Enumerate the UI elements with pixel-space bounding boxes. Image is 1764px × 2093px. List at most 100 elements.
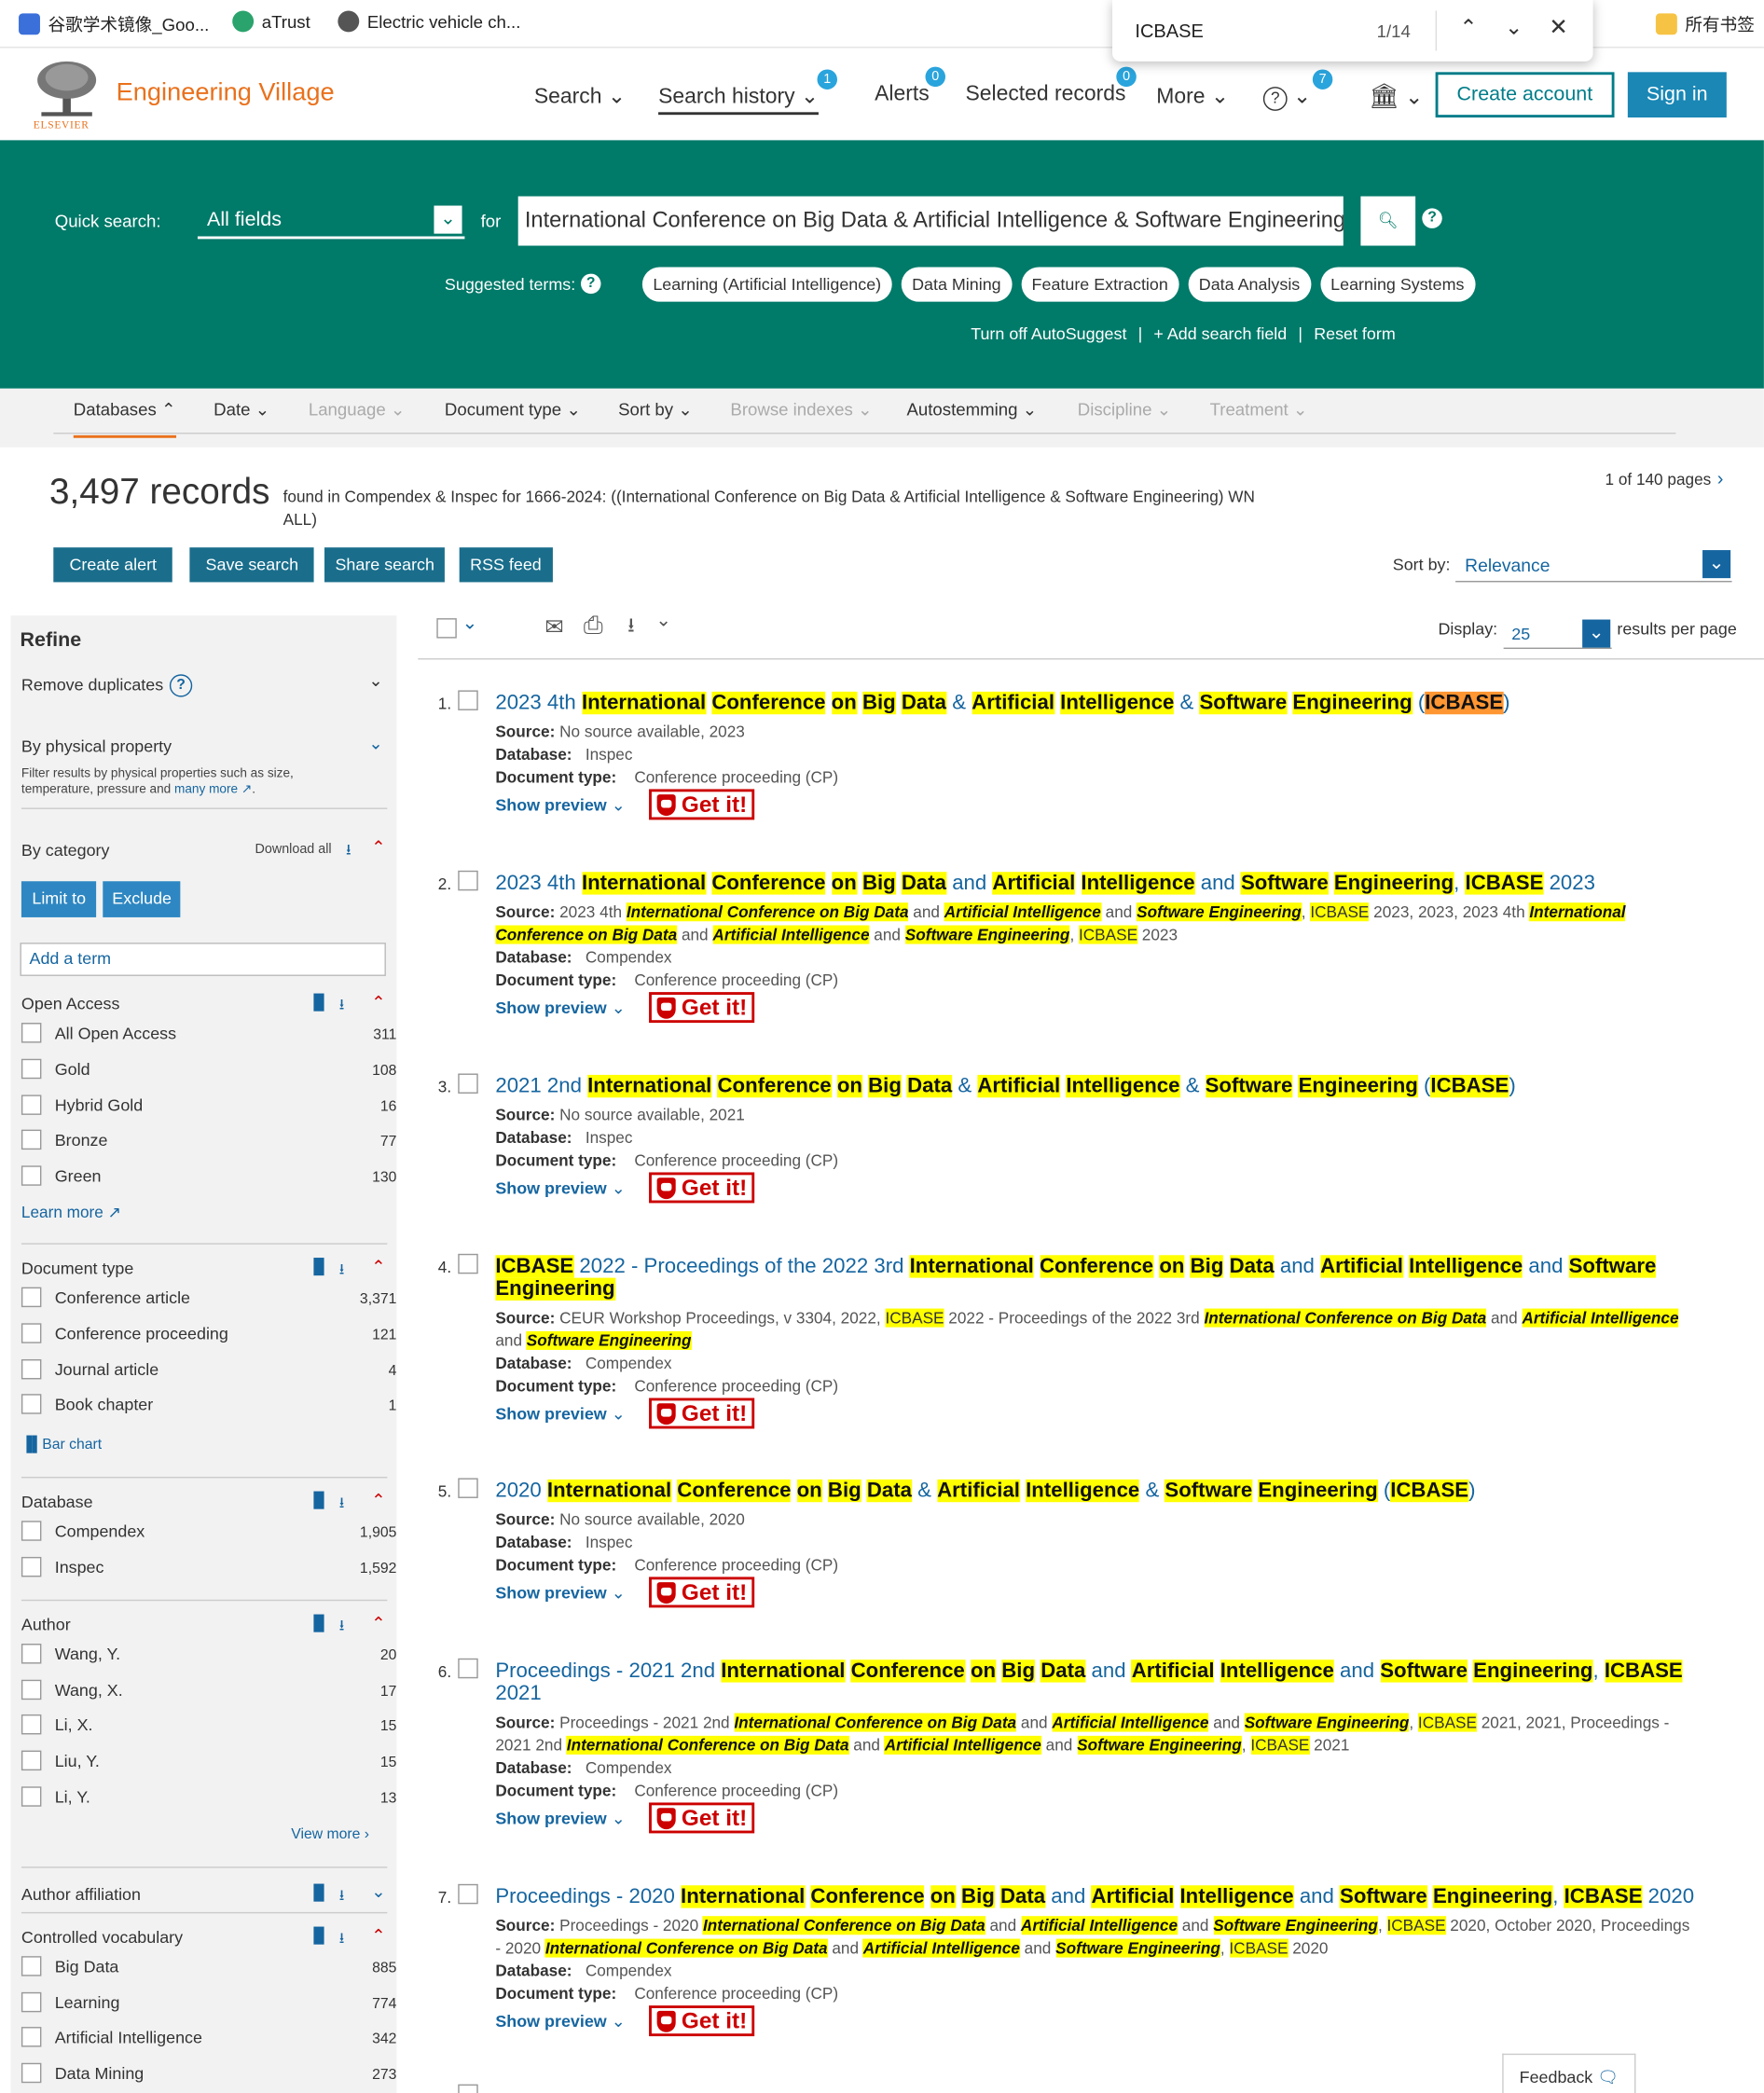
print-icon[interactable]: ⎙: [584, 612, 603, 640]
sort-select[interactable]: Relevance ⌄: [1455, 547, 1732, 583]
facet-option[interactable]: Li, X. 15: [21, 1714, 396, 1741]
facet-option[interactable]: All Open Access 311: [21, 1022, 396, 1049]
share-search-button[interactable]: Share search: [324, 547, 446, 583]
chevron-up-icon[interactable]: ⌃: [371, 1491, 386, 1512]
checkbox[interactable]: [21, 1094, 42, 1115]
facet-option[interactable]: Compendex 1,905: [21, 1520, 396, 1547]
chevron-down-icon[interactable]: ⌄: [371, 1881, 386, 1903]
chevron-down-icon[interactable]: ⌄: [655, 609, 671, 631]
get-it-button[interactable]: Get it!: [649, 1577, 755, 1608]
tab-autostemming[interactable]: Autostemming ⌄: [906, 399, 1037, 420]
limit-to-button[interactable]: Limit to: [21, 881, 97, 917]
show-preview-link[interactable]: Show preview ⌄: [495, 1582, 625, 1603]
suggestion-chip[interactable]: Learning (Artificial Intelligence): [641, 267, 892, 302]
bar-chart-icon[interactable]: ▐▌: [309, 1616, 329, 1632]
download-icon[interactable]: ⭳: [627, 612, 635, 645]
add-term-input[interactable]: Add a term: [20, 943, 386, 976]
facet-option[interactable]: Wang, X. 17: [21, 1678, 396, 1705]
checkbox[interactable]: [21, 1287, 42, 1308]
sign-in-button[interactable]: Sign in: [1627, 72, 1727, 118]
download-all-link[interactable]: Download all: [255, 843, 332, 858]
facet-option[interactable]: Gold 108: [21, 1057, 396, 1084]
find-prev-icon[interactable]: ⌃: [1459, 15, 1477, 42]
result-checkbox[interactable]: [458, 690, 478, 710]
get-it-button[interactable]: Get it!: [649, 2005, 755, 2037]
bar-chart-icon[interactable]: ▐▌: [309, 1928, 329, 1944]
checkbox[interactable]: [21, 2063, 42, 2084]
facet-option[interactable]: Wang, Y. 20: [21, 1642, 396, 1669]
chevron-up-icon[interactable]: ⌃: [371, 837, 386, 859]
turn-off-autosuggest-link[interactable]: Turn off AutoSuggest: [971, 324, 1126, 343]
bar-chart-icon[interactable]: ▐▌: [309, 995, 329, 1011]
nav-alerts[interactable]: Alerts: [875, 83, 930, 107]
facet-option[interactable]: Inspec 1,592: [21, 1556, 396, 1583]
get-it-button[interactable]: Get it!: [649, 992, 755, 1024]
checkbox[interactable]: [21, 2027, 42, 2048]
get-it-button[interactable]: Get it!: [649, 1802, 755, 1834]
suggestion-chip[interactable]: Feature Extraction: [1021, 267, 1179, 302]
download-icon[interactable]: ⭳: [346, 838, 351, 863]
institution-menu[interactable]: 🏛 ⌄: [1369, 83, 1423, 111]
show-preview-link[interactable]: Show preview ⌄: [495, 1403, 625, 1424]
facet-title[interactable]: Author affiliation: [21, 1885, 141, 1904]
chevron-up-icon[interactable]: ⌃: [371, 1613, 386, 1634]
checkbox[interactable]: [21, 1058, 42, 1079]
get-it-button[interactable]: Get it!: [649, 789, 755, 820]
get-it-button[interactable]: Get it!: [649, 1172, 755, 1204]
result-title-link[interactable]: 2023 4th International Conference on Big…: [495, 688, 1697, 714]
show-preview-link[interactable]: Show preview ⌄: [495, 2011, 625, 2031]
tab-sort-by[interactable]: Sort by ⌄: [618, 399, 693, 420]
facet-option[interactable]: Hybrid Gold 16: [21, 1093, 396, 1120]
checkbox[interactable]: [21, 1358, 42, 1379]
help-icon[interactable]: ?: [581, 273, 601, 295]
checkbox[interactable]: [21, 1394, 42, 1415]
site-logo-text[interactable]: Engineering Village: [117, 78, 335, 108]
checkbox[interactable]: [21, 1714, 42, 1735]
checkbox[interactable]: [21, 1991, 42, 2012]
result-title-link[interactable]: 2021 2nd International Conference on Big…: [495, 1071, 1697, 1098]
email-icon[interactable]: ✉: [544, 614, 563, 641]
show-preview-link[interactable]: Show preview ⌄: [495, 1808, 625, 1828]
search-input[interactable]: International Conference on Big Data & A…: [517, 196, 1344, 246]
tab-date[interactable]: Date ⌄: [214, 399, 269, 420]
download-icon[interactable]: ⭳: [339, 994, 345, 1019]
result-checkbox[interactable]: [458, 1073, 478, 1094]
find-close-icon[interactable]: ✕: [1549, 15, 1567, 42]
add-search-field-link[interactable]: Add search field: [1167, 324, 1287, 343]
bookmark-folder[interactable]: 所有书签: [1655, 10, 1755, 35]
chevron-down-icon[interactable]: ⌄: [368, 733, 383, 754]
save-search-button[interactable]: Save search: [189, 547, 315, 583]
checkbox[interactable]: [21, 1643, 42, 1664]
create-account-button[interactable]: Create account: [1435, 72, 1615, 118]
checkbox[interactable]: [21, 1023, 42, 1043]
learn-more-link[interactable]: Learn more ↗: [21, 1203, 121, 1221]
help-menu[interactable]: ? ⌄: [1262, 83, 1311, 111]
tab-document-type[interactable]: Document type ⌄: [445, 399, 581, 420]
search-icon[interactable]: 🔍︎: [1360, 196, 1416, 246]
bar-chart-icon[interactable]: ▐▌: [309, 1260, 329, 1275]
nav-selected-records[interactable]: Selected records: [965, 83, 1125, 107]
download-icon[interactable]: ⭳: [339, 1614, 345, 1639]
facet-option[interactable]: Big Data 885: [21, 1954, 396, 1981]
result-checkbox[interactable]: [458, 1253, 478, 1274]
show-preview-link[interactable]: Show preview ⌄: [495, 998, 625, 1017]
bar-chart-link[interactable]: ▐▌Bar chart: [21, 1437, 102, 1453]
create-alert-button[interactable]: Create alert: [53, 547, 173, 583]
facet-option[interactable]: Learning 774: [21, 1990, 396, 2017]
checkbox[interactable]: [21, 1955, 42, 1976]
checkbox[interactable]: [21, 1556, 42, 1577]
result-title-link[interactable]: Proceedings - 2020 International Confere…: [495, 1881, 1697, 1908]
result-title-link[interactable]: Proceedings - 2021 2nd International Con…: [495, 1656, 1697, 1705]
download-icon[interactable]: ⭳: [339, 1492, 345, 1517]
facet-option[interactable]: Journal article 4: [21, 1357, 396, 1384]
many-more-link[interactable]: many more: [174, 782, 238, 797]
checkbox[interactable]: [21, 1750, 42, 1771]
result-title-link[interactable]: 2020 International Conference on Big Dat…: [495, 1476, 1697, 1503]
next-page-icon[interactable]: ›: [1717, 467, 1724, 489]
select-all-checkbox[interactable]: [436, 618, 457, 639]
physical-property-label[interactable]: By physical property: [21, 737, 172, 756]
nav-search-history[interactable]: Search history ⌄: [658, 83, 820, 116]
checkbox[interactable]: [21, 1165, 42, 1187]
chevron-down-icon[interactable]: ⌄: [368, 670, 383, 692]
result-title-link[interactable]: ICBASE 2022 - Proceedings of the 2022 3r…: [495, 1251, 1697, 1301]
